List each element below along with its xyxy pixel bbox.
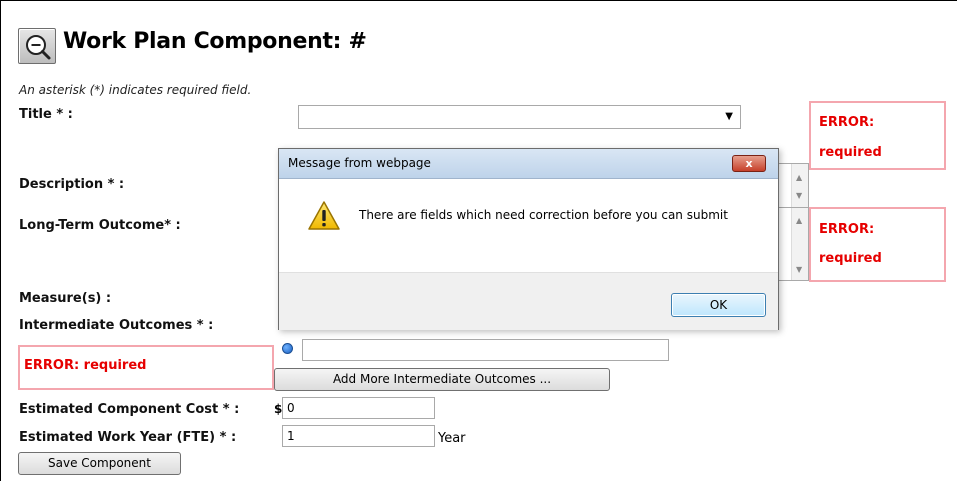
message-dialog: Message from webpage x There are fields … <box>278 148 779 330</box>
dialog-titlebar[interactable]: Message from webpage x <box>279 149 778 179</box>
title-error-line2: required <box>819 145 882 160</box>
page-title-text: Work Plan Component: <box>63 29 342 54</box>
required-hint: An asterisk (*) indicates required field… <box>19 83 252 97</box>
dropdown-arrow-icon: ▼ <box>725 111 733 122</box>
dialog-message-area: There are fields which need correction b… <box>279 179 778 272</box>
title-error-line1: ERROR: <box>819 115 875 130</box>
dialog-message: There are fields which need correction b… <box>359 208 728 222</box>
add-more-outcomes-button[interactable]: Add More Intermediate Outcomes ... <box>274 368 610 391</box>
estimated-work-year-label: Estimated Work Year (FTE) * : <box>19 430 237 445</box>
page-title-hash: # <box>348 29 367 54</box>
dialog-close-button[interactable]: x <box>732 155 766 172</box>
measures-label: Measure(s) : <box>19 291 112 306</box>
estimated-cost-input[interactable]: 0 <box>282 397 435 419</box>
long-term-outcome-scrollbar[interactable]: ▲ ▼ <box>791 208 808 280</box>
page-title: Work Plan Component: # <box>63 29 367 54</box>
intermediate-outcome-input[interactable] <box>302 339 669 361</box>
zoom-button[interactable] <box>18 28 56 64</box>
scroll-down-icon[interactable]: ▼ <box>796 265 802 274</box>
description-scrollbar[interactable]: ▲ ▼ <box>791 164 808 208</box>
intermediate-error-box: ERROR: required <box>18 345 274 390</box>
intermediate-error-text: ERROR: required <box>24 358 147 373</box>
estimated-cost-label: Estimated Component Cost * : <box>19 402 240 417</box>
save-component-button[interactable]: Save Component <box>18 452 181 475</box>
dialog-footer: OK <box>279 272 778 330</box>
title-label: Title * : <box>19 107 73 122</box>
estimated-work-year-input[interactable]: 1 <box>282 425 435 447</box>
scroll-down-icon[interactable]: ▼ <box>796 191 802 200</box>
title-select[interactable]: ▼ <box>298 105 741 129</box>
zoom-out-icon <box>26 35 51 60</box>
dialog-title: Message from webpage <box>288 156 431 170</box>
outcome-error-line2: required <box>819 251 882 266</box>
dialog-ok-button[interactable]: OK <box>671 293 766 317</box>
title-error-box: ERROR: required <box>809 101 946 170</box>
close-icon: x <box>745 157 753 170</box>
long-term-outcome-error-box: ERROR: required <box>809 207 946 282</box>
scroll-up-icon[interactable]: ▲ <box>796 216 802 225</box>
long-term-outcome-label: Long-Term Outcome* : <box>19 218 181 233</box>
work-year-unit: Year <box>438 431 466 446</box>
scroll-up-icon[interactable]: ▲ <box>796 173 802 182</box>
description-label: Description * : <box>19 177 125 192</box>
intermediate-outcomes-label: Intermediate Outcomes * : <box>19 318 214 333</box>
radio-bullet-icon <box>282 343 293 354</box>
warning-triangle-icon <box>308 201 340 230</box>
